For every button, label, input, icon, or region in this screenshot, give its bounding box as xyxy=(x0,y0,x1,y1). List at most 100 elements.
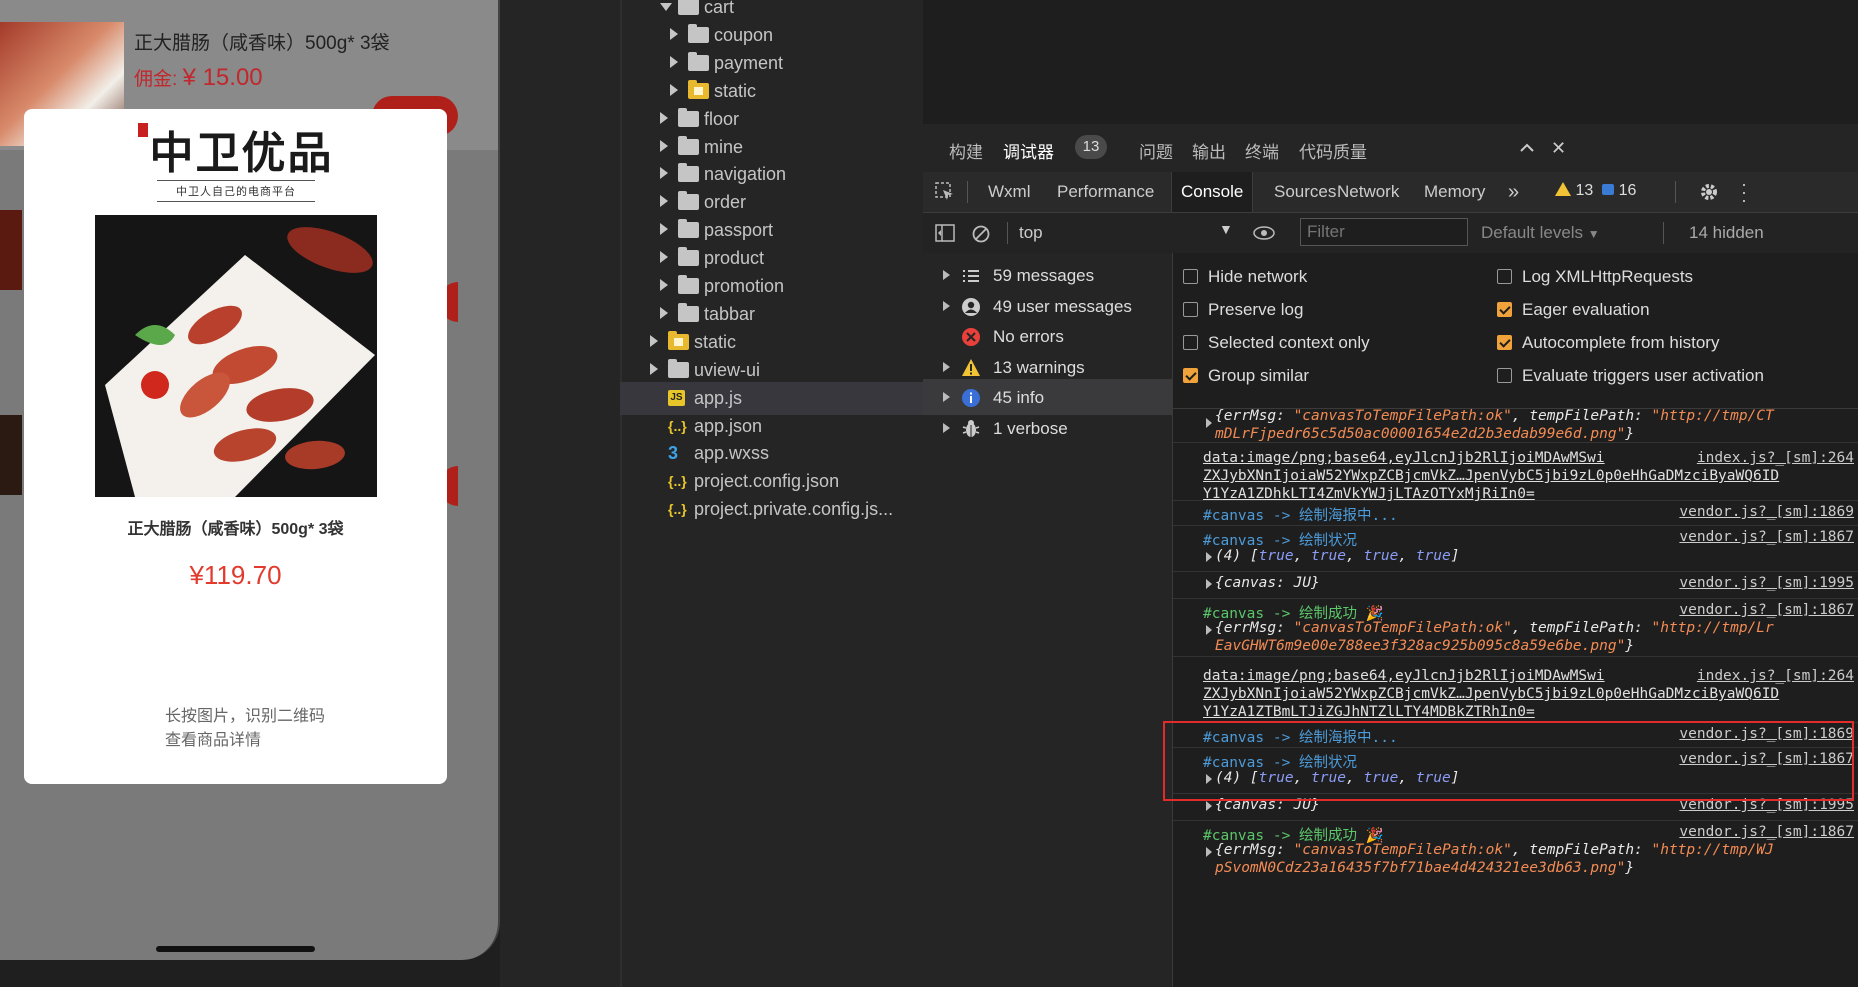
chevron-right-icon[interactable] xyxy=(670,27,678,40)
source-link[interactable]: vendor.js?_[sm]:1869 xyxy=(1679,504,1854,520)
simulator-panel: 正大腊肠（咸香味）500g* 3袋 佣金: ¥ 15.00 中卫优品 中卫人自己… xyxy=(0,0,500,987)
tab-issues[interactable]: 问题 xyxy=(1139,138,1173,163)
log-text: #canvas -> 绘制状况 xyxy=(1203,533,1358,549)
expand-arrow-icon[interactable] xyxy=(1206,847,1212,857)
tab-memory[interactable]: Memory xyxy=(1415,172,1494,212)
expand-arrow-icon[interactable] xyxy=(1206,579,1212,589)
checkbox-checked[interactable] xyxy=(1183,368,1198,383)
data-url-link[interactable]: ZXJybXNnIjoiaW52YWxpZCBjcmVkZ…JpenVybC5j… xyxy=(1203,686,1779,702)
chevron-right-icon[interactable] xyxy=(660,279,668,291)
log-entry[interactable]: #canvas -> 绘制海报中... vendor.js?_[sm]:1869 xyxy=(1173,500,1858,526)
chevron-right-icon[interactable] xyxy=(943,270,950,280)
source-link[interactable]: index.js?_[sm]:264 xyxy=(1697,668,1854,684)
folder-icon xyxy=(678,0,699,15)
chevron-right-icon[interactable] xyxy=(943,361,950,372)
checkbox-checked[interactable] xyxy=(1497,302,1512,317)
share-poster[interactable]: 中卫优品 中卫人自己的电商平台 正大腊肠（咸香味）500g* 3袋 ¥119.7… xyxy=(24,109,447,784)
chevron-right-icon[interactable] xyxy=(660,195,668,208)
toolbar-divider xyxy=(1007,222,1008,244)
data-url-link[interactable]: data:image/png;base64,eyJlcnJjb2RlIjoiMD… xyxy=(1203,450,1605,466)
folder-icon xyxy=(678,135,699,155)
tree-item-project-private-config-js-[interactable]: {..} project.private.config.js... xyxy=(620,493,923,526)
close-icon[interactable]: ✕ xyxy=(1551,138,1566,159)
data-url-link[interactable]: Y1YzA1ZTBmLTJiZGJhNTZlLTY4MDBkZTRhIn0= xyxy=(1203,704,1535,720)
log-entry[interactable]: #canvas -> 绘制状况 vendor.js?_[sm]:1867 (4)… xyxy=(1173,525,1858,572)
checkbox-unchecked[interactable] xyxy=(1183,269,1198,284)
expand-arrow-icon[interactable] xyxy=(1206,418,1212,428)
source-link[interactable]: vendor.js?_[sm]:1867 xyxy=(1679,602,1854,618)
tab-performance[interactable]: Performance xyxy=(1048,172,1163,212)
devtools-top-area xyxy=(923,0,1858,125)
chevron-right-icon[interactable] xyxy=(670,55,678,68)
default-levels-dropdown[interactable]: Default levels ▼ xyxy=(1481,223,1600,243)
log-entry[interactable]: {errMsg: "canvasToTempFilePath:ok", temp… xyxy=(1173,408,1858,443)
kebab-menu-icon[interactable]: · · · xyxy=(1741,175,1747,209)
source-link[interactable]: vendor.js?_[sm]:1995 xyxy=(1679,575,1854,591)
log-text: pSvomN0Cdz23a16435f7bf71bae4d424321ee3db… xyxy=(1215,860,1635,876)
tab-wxml[interactable]: Wxml xyxy=(979,172,1039,212)
more-tabs-button[interactable]: » xyxy=(1499,172,1528,212)
tab-output[interactable]: 输出 xyxy=(1192,138,1226,163)
gear-icon[interactable] xyxy=(1699,182,1719,202)
checkbox-unchecked[interactable] xyxy=(1497,368,1512,383)
expand-arrow-icon[interactable] xyxy=(1206,625,1212,635)
chevron-down-icon[interactable] xyxy=(660,3,672,11)
log-entry-highlighted[interactable]: data:image/png;base64,eyJlcnJjb2RlIjoiMD… xyxy=(1173,656,1858,723)
source-link[interactable]: vendor.js?_[sm]:1867 xyxy=(1679,529,1854,545)
chevron-right-icon[interactable] xyxy=(660,251,668,264)
log-text: #canvas -> 绘制海报中... xyxy=(1203,508,1398,524)
tab-terminal[interactable]: 终端 xyxy=(1245,138,1279,163)
sidebar-toggle-icon[interactable] xyxy=(935,224,955,242)
tab-console[interactable]: Console xyxy=(1171,172,1254,212)
chevron-right-icon[interactable] xyxy=(650,334,658,347)
brand-name: 中卫优品 xyxy=(149,128,334,179)
issue-counters[interactable]: 13 16 xyxy=(1555,182,1636,200)
chevron-up-icon[interactable] xyxy=(1519,121,1535,169)
chevron-right-icon[interactable] xyxy=(660,306,668,319)
source-link[interactable]: vendor.js?_[sm]:1867 xyxy=(1679,824,1854,840)
inspect-element-icon[interactable] xyxy=(935,182,955,202)
log-entry[interactable]: data:image/png;base64,eyJlcnJjb2RlIjoiMD… xyxy=(1173,442,1858,502)
eye-icon[interactable] xyxy=(1253,225,1275,241)
chevron-right-icon[interactable] xyxy=(943,392,950,402)
chevron-right-icon[interactable] xyxy=(650,362,658,375)
chevron-right-icon[interactable] xyxy=(943,422,950,433)
chevron-right-icon[interactable] xyxy=(670,83,678,96)
sidebar-item-bug[interactable]: 1 verbose xyxy=(923,410,1172,446)
checkbox-unchecked[interactable] xyxy=(1497,269,1512,284)
tab-code-quality[interactable]: 代码质量 xyxy=(1299,138,1367,163)
checkbox-unchecked[interactable] xyxy=(1183,302,1198,317)
expand-arrow-icon[interactable] xyxy=(1206,552,1212,562)
chevron-right-icon[interactable] xyxy=(660,111,668,124)
clear-console-icon[interactable] xyxy=(971,224,991,244)
tab-debugger[interactable]: 调试器 xyxy=(1003,138,1054,177)
expand-arrow-icon[interactable] xyxy=(1206,801,1212,811)
checkbox-unchecked[interactable] xyxy=(1183,335,1198,350)
chevron-down-icon[interactable]: ▼ xyxy=(1219,221,1233,237)
chevron-right-icon[interactable] xyxy=(660,139,668,152)
setting-label: Group similar xyxy=(1208,366,1310,385)
log-text: {errMsg: "canvasToTempFilePath:ok", temp… xyxy=(1215,408,1774,424)
context-selector[interactable]: top xyxy=(1019,223,1043,243)
tree-item-label: mine xyxy=(704,136,744,157)
log-entry[interactable]: #canvas -> 绘制成功 🎉 vendor.js?_[sm]:1867 {… xyxy=(1173,820,1858,880)
source-link[interactable]: index.js?_[sm]:264 xyxy=(1697,450,1854,466)
toolbar-divider xyxy=(967,181,968,203)
log-entry[interactable]: #canvas -> 绘制成功 🎉 vendor.js?_[sm]:1867 {… xyxy=(1173,598,1858,657)
log-entry[interactable]: {canvas: JU} vendor.js?_[sm]:1995 xyxy=(1173,571,1858,599)
user-icon xyxy=(961,297,981,317)
data-url-link[interactable]: data:image/png;base64,eyJlcnJjb2RlIjoiMD… xyxy=(1203,668,1605,684)
chevron-right-icon[interactable] xyxy=(943,300,950,311)
filter-input[interactable] xyxy=(1300,218,1468,246)
checkbox-checked[interactable] xyxy=(1497,335,1512,350)
tab-network[interactable]: Network xyxy=(1328,172,1408,212)
folder-icon xyxy=(678,191,699,211)
data-url-link[interactable]: ZXJybXNnIjoiaW52YWxpZCBjcmVkZ…JpenVybC5j… xyxy=(1203,468,1779,484)
setting-label: Preserve log xyxy=(1208,300,1304,319)
chevron-right-icon[interactable] xyxy=(660,167,668,180)
highlight-annotation-box xyxy=(1163,721,1854,801)
tab-build[interactable]: 构建 xyxy=(949,138,983,163)
chevron-right-icon[interactable] xyxy=(660,223,668,236)
tree-item-label: navigation xyxy=(704,164,787,185)
seal-icon xyxy=(137,123,148,137)
